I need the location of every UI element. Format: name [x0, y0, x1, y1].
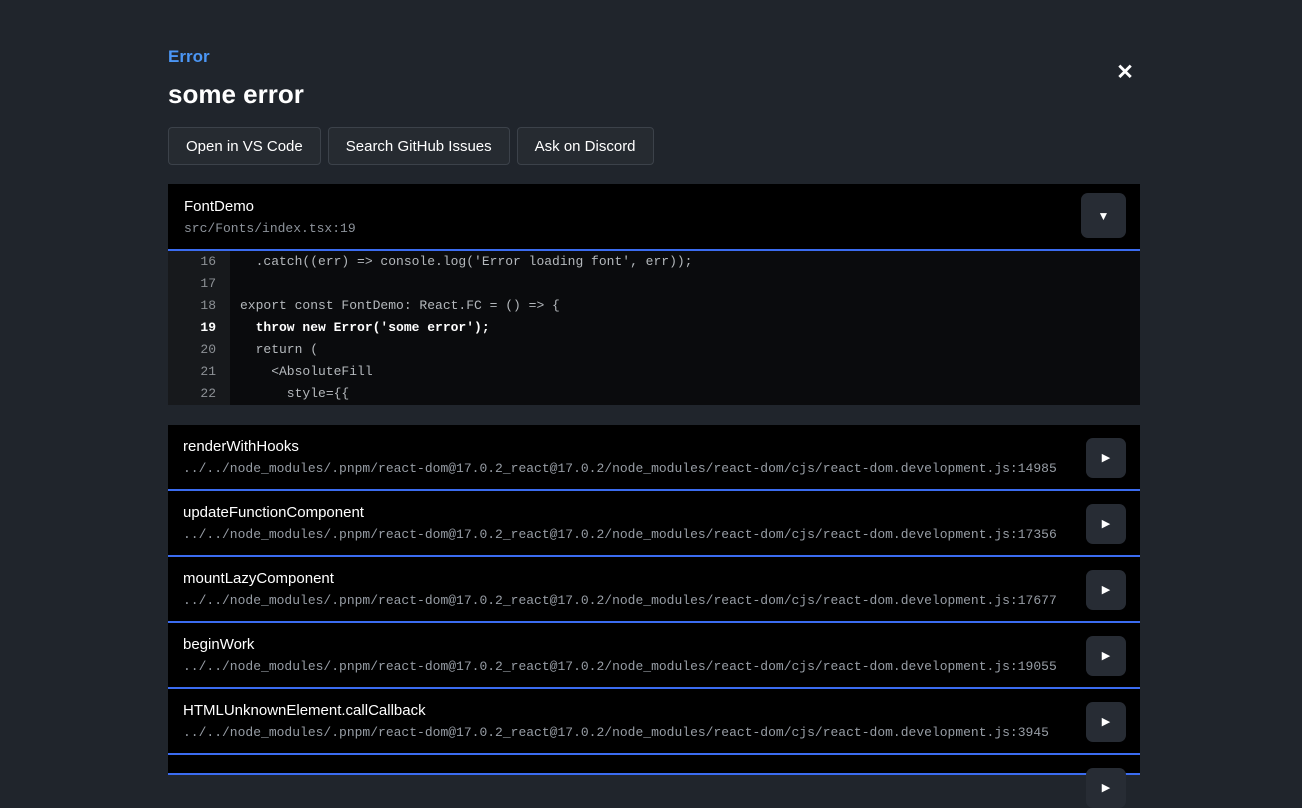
- play-icon: ▶: [1102, 783, 1110, 794]
- collapse-code-button[interactable]: ▼: [1081, 193, 1126, 238]
- line-text: export const FontDemo: React.FC = () => …: [230, 295, 560, 317]
- code-line: 20 return (: [168, 339, 1140, 361]
- code-line: 17: [168, 273, 1140, 295]
- expand-frame-button[interactable]: ▶: [1086, 438, 1126, 478]
- line-number: 18: [168, 295, 230, 317]
- stack-frame-name: mountLazyComponent: [183, 570, 1074, 587]
- stack-frame-mountlazycomponent: mountLazyComponent ../../node_modules/.p…: [168, 557, 1140, 623]
- ask-on-discord-button[interactable]: Ask on Discord: [517, 127, 654, 165]
- line-text: .catch((err) => console.log('Error loadi…: [230, 251, 692, 273]
- line-text: return (: [230, 339, 318, 361]
- stack-frame-path: ../../node_modules/.pnpm/react-dom@17.0.…: [183, 593, 1074, 608]
- expand-frame-button[interactable]: ▶: [1086, 768, 1126, 808]
- line-number: 17: [168, 273, 230, 295]
- action-button-row: Open in VS Code Search GitHub Issues Ask…: [168, 127, 1140, 165]
- code-frame-panel: FontDemo src/Fonts/index.tsx:19 ▼ 16 .ca…: [168, 184, 1140, 405]
- error-message-title: some error: [168, 79, 1140, 110]
- play-icon: ▶: [1102, 717, 1110, 728]
- error-overlay: { "colors": { "background": "#20252c", "…: [0, 0, 1302, 776]
- component-name: FontDemo: [184, 198, 1124, 215]
- line-number: 21: [168, 361, 230, 383]
- stack-frame-name: HTMLUnknownElement.callCallback: [183, 702, 1074, 719]
- stack-frame-partial: ▶: [168, 755, 1140, 775]
- expand-frame-button[interactable]: ▶: [1086, 504, 1126, 544]
- expand-frame-button[interactable]: ▶: [1086, 570, 1126, 610]
- code-line: 21 <AbsoluteFill: [168, 361, 1140, 383]
- stack-frame-path: ../../node_modules/.pnpm/react-dom@17.0.…: [183, 461, 1074, 476]
- line-number: 22: [168, 383, 230, 405]
- stack-frame-path: ../../node_modules/.pnpm/react-dom@17.0.…: [183, 659, 1074, 674]
- source-location: src/Fonts/index.tsx:19: [184, 221, 1124, 236]
- error-type-label: Error: [168, 0, 1140, 67]
- expand-frame-button[interactable]: ▶: [1086, 702, 1126, 742]
- stack-frame-updatefunctioncomponent: updateFunctionComponent ../../node_modul…: [168, 491, 1140, 557]
- stack-frame-path: ../../node_modules/.pnpm/react-dom@17.0.…: [183, 725, 1074, 740]
- line-number: 16: [168, 251, 230, 273]
- code-snippet: 16 .catch((err) => console.log('Error lo…: [168, 251, 1140, 405]
- line-text: [230, 273, 240, 295]
- code-frame-header: FontDemo src/Fonts/index.tsx:19 ▼: [168, 184, 1140, 251]
- code-line: 22 style={{: [168, 383, 1140, 405]
- open-in-vscode-button[interactable]: Open in VS Code: [168, 127, 321, 165]
- stack-frame-callcallback: HTMLUnknownElement.callCallback ../../no…: [168, 689, 1140, 755]
- line-number: 19: [168, 317, 230, 339]
- search-github-issues-button[interactable]: Search GitHub Issues: [328, 127, 510, 165]
- line-number: 20: [168, 339, 230, 361]
- expand-frame-button[interactable]: ▶: [1086, 636, 1126, 676]
- stack-frame-name: beginWork: [183, 636, 1074, 653]
- play-icon: ▶: [1102, 651, 1110, 662]
- code-line: 18 export const FontDemo: React.FC = () …: [168, 295, 1140, 317]
- line-text: style={{: [230, 383, 349, 405]
- stack-frame-name: updateFunctionComponent: [183, 504, 1074, 521]
- chevron-down-icon: ▼: [1098, 210, 1110, 222]
- stack-frame-name: renderWithHooks: [183, 438, 1074, 455]
- line-text: <AbsoluteFill: [230, 361, 373, 383]
- stack-frame-renderwithhooks: renderWithHooks ../../node_modules/.pnpm…: [168, 425, 1140, 491]
- stack-frame-path: ../../node_modules/.pnpm/react-dom@17.0.…: [183, 527, 1074, 542]
- code-line: 16 .catch((err) => console.log('Error lo…: [168, 251, 1140, 273]
- play-icon: ▶: [1102, 519, 1110, 530]
- stack-frame-beginwork: beginWork ../../node_modules/.pnpm/react…: [168, 623, 1140, 689]
- line-text: throw new Error('some error');: [230, 317, 490, 339]
- error-overlay-content: Error some error Open in VS Code Search …: [168, 0, 1140, 775]
- stack-trace-list: renderWithHooks ../../node_modules/.pnpm…: [168, 425, 1140, 775]
- play-icon: ▶: [1102, 453, 1110, 464]
- play-icon: ▶: [1102, 585, 1110, 596]
- code-line-highlighted: 19 throw new Error('some error');: [168, 317, 1140, 339]
